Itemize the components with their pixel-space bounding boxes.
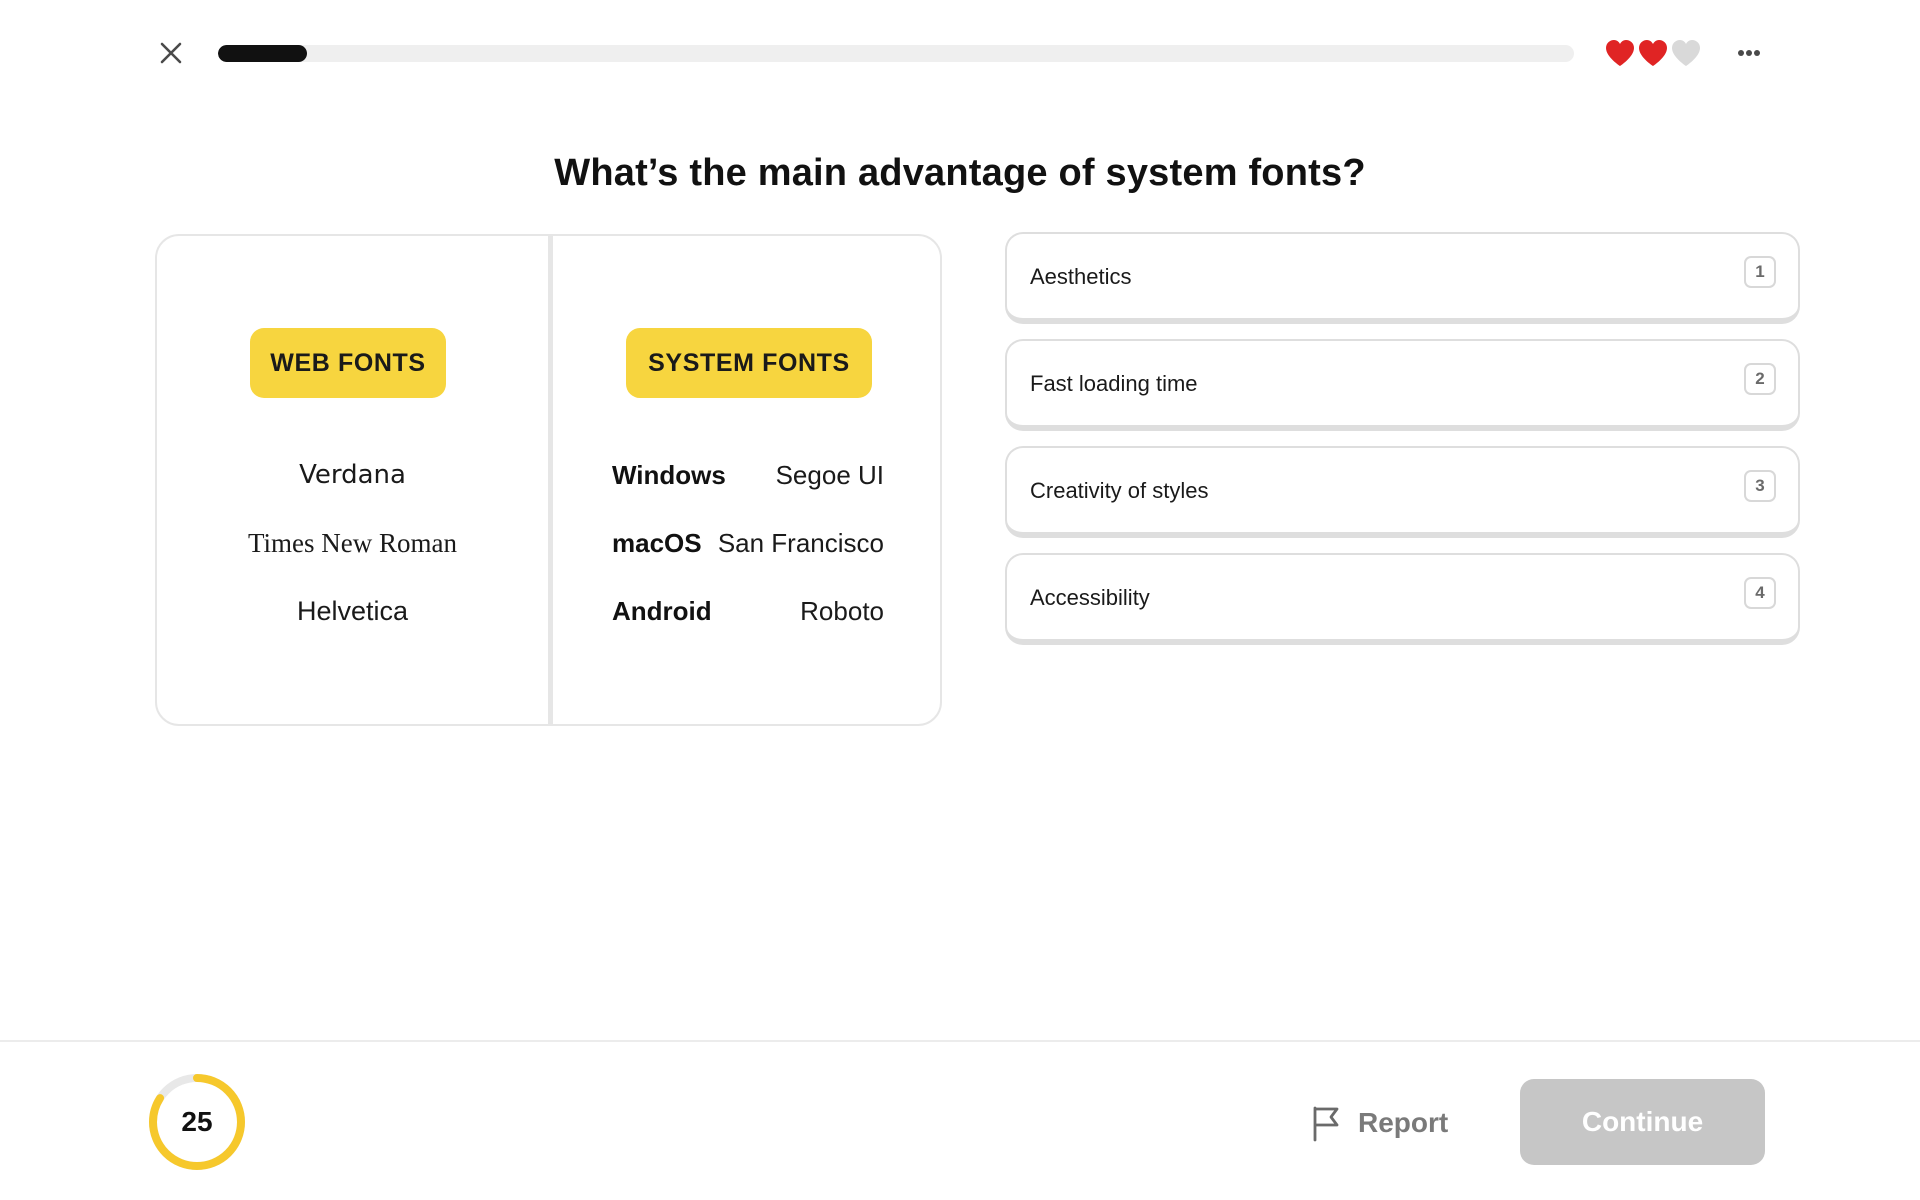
web-fonts-column: WEB FONTS Verdana Times New Roman Helvet… [157,236,548,724]
more-options-button[interactable] [1728,38,1770,68]
answer-option-aesthetics[interactable]: Aesthetics 1 [1005,232,1800,324]
heart-icon [1606,40,1634,66]
continue-button[interactable]: Continue [1520,1079,1765,1165]
web-fonts-badge: WEB FONTS [250,328,446,398]
os-name: Android [612,596,712,626]
answer-shortcut-key: 4 [1744,577,1776,609]
heart-icon [1639,40,1667,66]
lesson-progress-fill [218,45,308,62]
heart-icon [1672,40,1700,66]
answer-shortcut-key: 2 [1744,363,1776,395]
system-fonts-badge: SYSTEM FONTS [626,328,872,398]
lesson-progress-bar [218,45,1574,62]
answer-label: Accessibility [1030,585,1150,610]
font-comparison-card: WEB FONTS Verdana Times New Roman Helvet… [155,234,942,726]
footer-bar: 25 Report Continue [0,1040,1920,1200]
timer-value: 25 [181,1106,213,1137]
os-font-name: Roboto [800,596,884,626]
close-button[interactable] [154,36,188,70]
font-sample-times-new-roman: Times New Roman [247,528,457,558]
system-fonts-column: SYSTEM FONTS Windows Segoe UI macOS San … [553,236,940,724]
answer-option-accessibility[interactable]: Accessibility 4 [1005,553,1800,645]
close-icon [160,42,182,64]
flag-icon [1313,1106,1339,1142]
os-font-name: Segoe UI [775,460,884,490]
answer-shortcut-key: 1 [1744,256,1776,288]
countdown-timer: 25 [147,1072,247,1172]
system-font-row: Windows Segoe UI [612,460,884,500]
top-bar [0,0,1920,106]
os-font-name: San Francisco [717,528,884,558]
answer-option-creativity-of-styles[interactable]: Creativity of styles 3 [1005,446,1800,538]
answer-shortcut-key: 3 [1744,470,1776,502]
answer-label: Creativity of styles [1030,478,1209,503]
lives-indicator [1604,38,1702,68]
os-name: Windows [612,460,726,490]
more-icon [1738,50,1760,56]
question-title: What’s the main advantage of system font… [554,152,1366,194]
answer-label: Fast loading time [1030,371,1198,396]
answer-option-fast-loading-time[interactable]: Fast loading time 2 [1005,339,1800,431]
font-sample-helvetica: Helvetica [296,596,409,626]
os-name: macOS [612,528,702,558]
answer-label: Aesthetics [1030,264,1132,289]
report-label: Report [1358,1107,1449,1138]
system-font-row: macOS San Francisco [612,528,884,568]
report-button[interactable]: Report [1310,1102,1448,1144]
font-sample-verdana: Verdana [299,460,406,490]
system-font-row: Android Roboto [612,596,884,636]
